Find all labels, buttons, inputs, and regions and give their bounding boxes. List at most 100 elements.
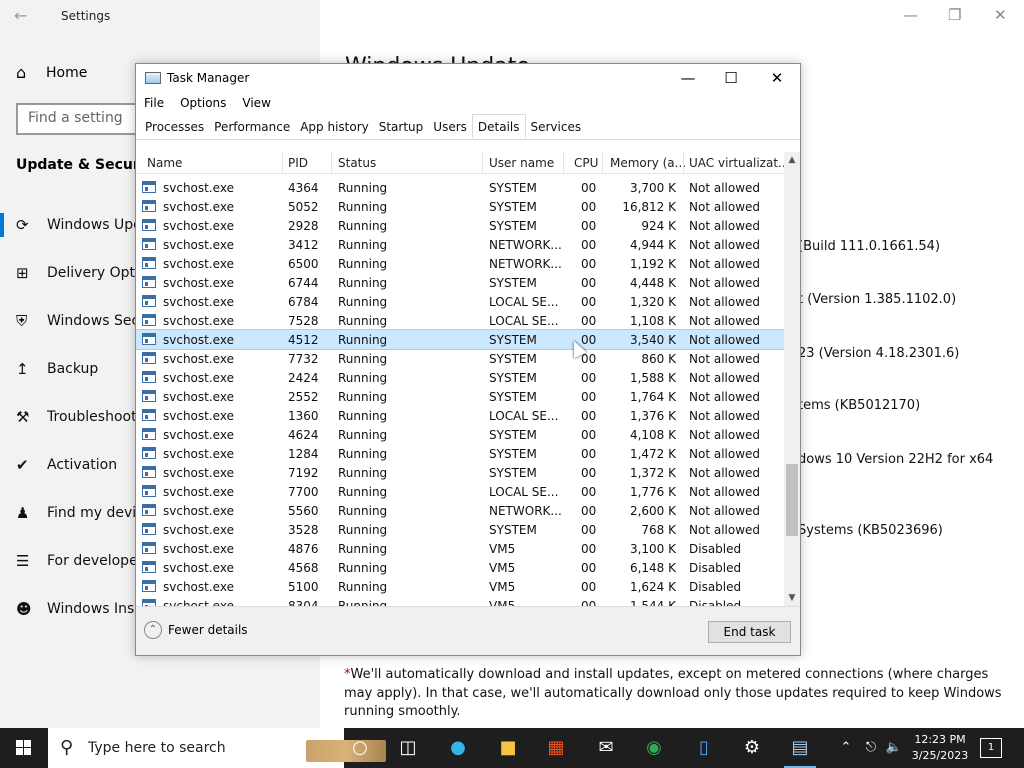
process-icon (142, 485, 156, 497)
sidebar-item-windows-update[interactable]: ⟳ Windows Upda (0, 211, 151, 239)
table-row[interactable]: svchost.exe 2928 Running SYSTEM 00 924 K Not a… (136, 216, 784, 235)
table-row[interactable]: svchost.exe 1284 Running SYSTEM 00 1,472 K Not… (136, 444, 784, 463)
sidebar-item-find-my-device[interactable]: ♟ Find my device (0, 499, 153, 527)
sidebar-item-for-developers[interactable]: ☰ For developers (0, 547, 151, 575)
sidebar-item-backup[interactable]: ↥ Backup (0, 355, 98, 383)
table-row[interactable]: svchost.exe 3528 Running SYSTEM 00 768 K Not a… (136, 520, 784, 539)
menu-view[interactable]: View (234, 94, 278, 114)
table-row[interactable]: svchost.exe 4876 Running VM5 00 3,100 K Disabl… (136, 539, 784, 558)
maximize-button[interactable]: ☐ (716, 68, 746, 88)
cell-pid: 4512 (288, 333, 319, 347)
table-row[interactable]: svchost.exe 4568 Running VM5 00 6,148 K Disabl… (136, 558, 784, 577)
cell-cpu: 00 (581, 580, 597, 594)
table-row[interactable]: svchost.exe 5052 Running SYSTEM 00 16,812 K No… (136, 197, 784, 216)
process-icon (142, 542, 156, 554)
cell-user-name: SYSTEM (489, 466, 537, 480)
sidebar-item-delivery-optimization[interactable]: ⊞ Delivery Optim (0, 259, 153, 287)
sidebar-item-activation[interactable]: ✔ Activation (0, 451, 117, 479)
table-row[interactable]: svchost.exe 4624 Running SYSTEM 00 4,108 K Not… (136, 425, 784, 444)
table-row[interactable]: svchost.exe 6500 Running NETWORK... 00 1,192 … (136, 254, 784, 273)
vertical-scrollbar[interactable]: ▲ ▼ (784, 152, 800, 606)
minimize-icon[interactable]: — (903, 6, 918, 24)
table-row[interactable]: svchost.exe 7192 Running SYSTEM 00 1,372 K Not… (136, 463, 784, 482)
column-header-cpu[interactable]: CPU (574, 156, 598, 170)
end-task-button[interactable]: End task (708, 621, 791, 643)
scroll-down-icon[interactable]: ▼ (784, 590, 800, 606)
home-link[interactable]: ⌂ Home (16, 63, 87, 82)
chrome-button[interactable]: ◉ (630, 728, 678, 768)
network-icon[interactable]: ⎋ (860, 728, 882, 768)
mail-button[interactable]: ✉ (582, 728, 630, 768)
table-row[interactable]: svchost.exe 2424 Running SYSTEM 00 1,588 K Not… (136, 368, 784, 387)
tab-startup[interactable]: Startup (374, 116, 429, 139)
tab-users[interactable]: Users (428, 116, 472, 139)
task-manager-titlebar[interactable]: Task Manager — ☐ ✕ (136, 64, 800, 92)
table-row[interactable]: svchost.exe 4364 Running SYSTEM 00 3,700 K Not… (136, 178, 784, 197)
insider-icon: ☻ (16, 600, 32, 618)
settings-taskbar-button[interactable]: ⚙ (728, 728, 776, 768)
cell-uac: Disabled (689, 542, 742, 556)
table-row[interactable]: svchost.exe 5100 Running VM5 00 1,624 K Disabl… (136, 577, 784, 596)
notification-center-button[interactable]: 1 (980, 738, 1002, 758)
menu-file[interactable]: File (136, 94, 172, 114)
table-row[interactable]: svchost.exe 7528 Running LOCAL SE... 00 1,108… (136, 311, 784, 330)
table-row[interactable]: svchost.exe 7732 Running SYSTEM 00 860 K Not a… (136, 349, 784, 368)
file-explorer-button[interactable]: ■ (484, 728, 532, 768)
table-row[interactable]: svchost.exe 2552 Running SYSTEM 00 1,764 K Not… (136, 387, 784, 406)
app-button[interactable]: ▯ (680, 728, 728, 768)
store-button[interactable]: ▦ (532, 728, 580, 768)
close-icon[interactable]: ✕ (994, 6, 1007, 24)
table-row[interactable]: svchost.exe 7700 Running LOCAL SE... 00 1,776… (136, 482, 784, 501)
edge-button[interactable]: ● (434, 728, 482, 768)
menu-options[interactable]: Options (172, 94, 234, 114)
task-view-button[interactable]: ◫ (384, 728, 432, 768)
column-header-uac[interactable]: UAC virtualizat... (689, 156, 784, 170)
sidebar-item-windows-security[interactable]: ⛨ Windows Secu (0, 307, 148, 335)
cell-user-name: SYSTEM (489, 333, 537, 347)
restore-icon[interactable]: ❐ (948, 6, 961, 24)
back-arrow-icon[interactable]: ← (14, 6, 27, 25)
table-row[interactable]: svchost.exe 3412 Running NETWORK... 00 4,944 … (136, 235, 784, 254)
table-row[interactable]: svchost.exe 5560 Running NETWORK... 00 2,600 … (136, 501, 784, 520)
cell-memory: 1,776 K (629, 485, 676, 499)
cell-pid: 4364 (288, 181, 319, 195)
column-header-pid[interactable]: PID (288, 156, 308, 170)
cell-status: Running (338, 295, 388, 309)
sidebar-item-troubleshoot[interactable]: ⚒ Troubleshoot (0, 403, 137, 431)
scrollbar-thumb[interactable] (786, 464, 798, 536)
close-button[interactable]: ✕ (762, 68, 792, 88)
cell-uac: Not allowed (689, 447, 761, 461)
tab-processes[interactable]: Processes (140, 116, 209, 139)
table-row[interactable]: svchost.exe 6744 Running SYSTEM 00 4,448 K Not… (136, 273, 784, 292)
cell-cpu: 00 (581, 447, 597, 461)
sidebar-item-label: Backup (47, 361, 99, 377)
scroll-up-icon[interactable]: ▲ (784, 152, 800, 168)
column-header-name[interactable]: Name (147, 156, 182, 170)
tab-details[interactable]: Details (471, 114, 526, 138)
column-header-status[interactable]: Status (338, 156, 376, 170)
table-row[interactable]: svchost.exe 1360 Running LOCAL SE... 00 1,376… (136, 406, 784, 425)
chevron-up-icon[interactable]: ⌃ (836, 728, 856, 768)
cell-pid: 7192 (288, 466, 319, 480)
table-row[interactable]: svchost.exe 6784 Running LOCAL SE... 00 1,320… (136, 292, 784, 311)
tab-services[interactable]: Services (526, 116, 587, 139)
fewer-details-button[interactable]: ⌃ Fewer details (144, 621, 248, 639)
start-button[interactable] (0, 728, 48, 768)
cell-pid: 3528 (288, 523, 319, 537)
cortana-button[interactable]: ○ (336, 728, 384, 768)
minimize-button[interactable]: — (673, 68, 703, 88)
tab-app-history[interactable]: App history (295, 116, 374, 139)
cell-name: svchost.exe (163, 276, 234, 290)
tab-performance[interactable]: Performance (209, 116, 295, 139)
column-header-user-name[interactable]: User name (489, 156, 554, 170)
column-header-memory[interactable]: Memory (a... (610, 156, 686, 170)
volume-icon[interactable]: 🔈 (884, 728, 904, 768)
table-row[interactable]: svchost.exe 4512 Running SYSTEM 00 3,540 K Not… (136, 329, 784, 350)
sidebar-item-windows-insider[interactable]: ☻ Windows Insid (0, 595, 147, 623)
taskbar-search-box[interactable]: ⚲ Type here to search (48, 728, 386, 768)
cell-name: svchost.exe (163, 390, 234, 404)
sidebar-item-label: Windows Insid (47, 601, 148, 617)
table-row[interactable]: svchost.exe 8304 Running VM5 00 1,544 K Disabl… (136, 596, 784, 606)
task-manager-taskbar-button[interactable]: ▤ (776, 728, 824, 768)
clock[interactable]: 12:23 PM 3/25/2023 (908, 732, 972, 764)
